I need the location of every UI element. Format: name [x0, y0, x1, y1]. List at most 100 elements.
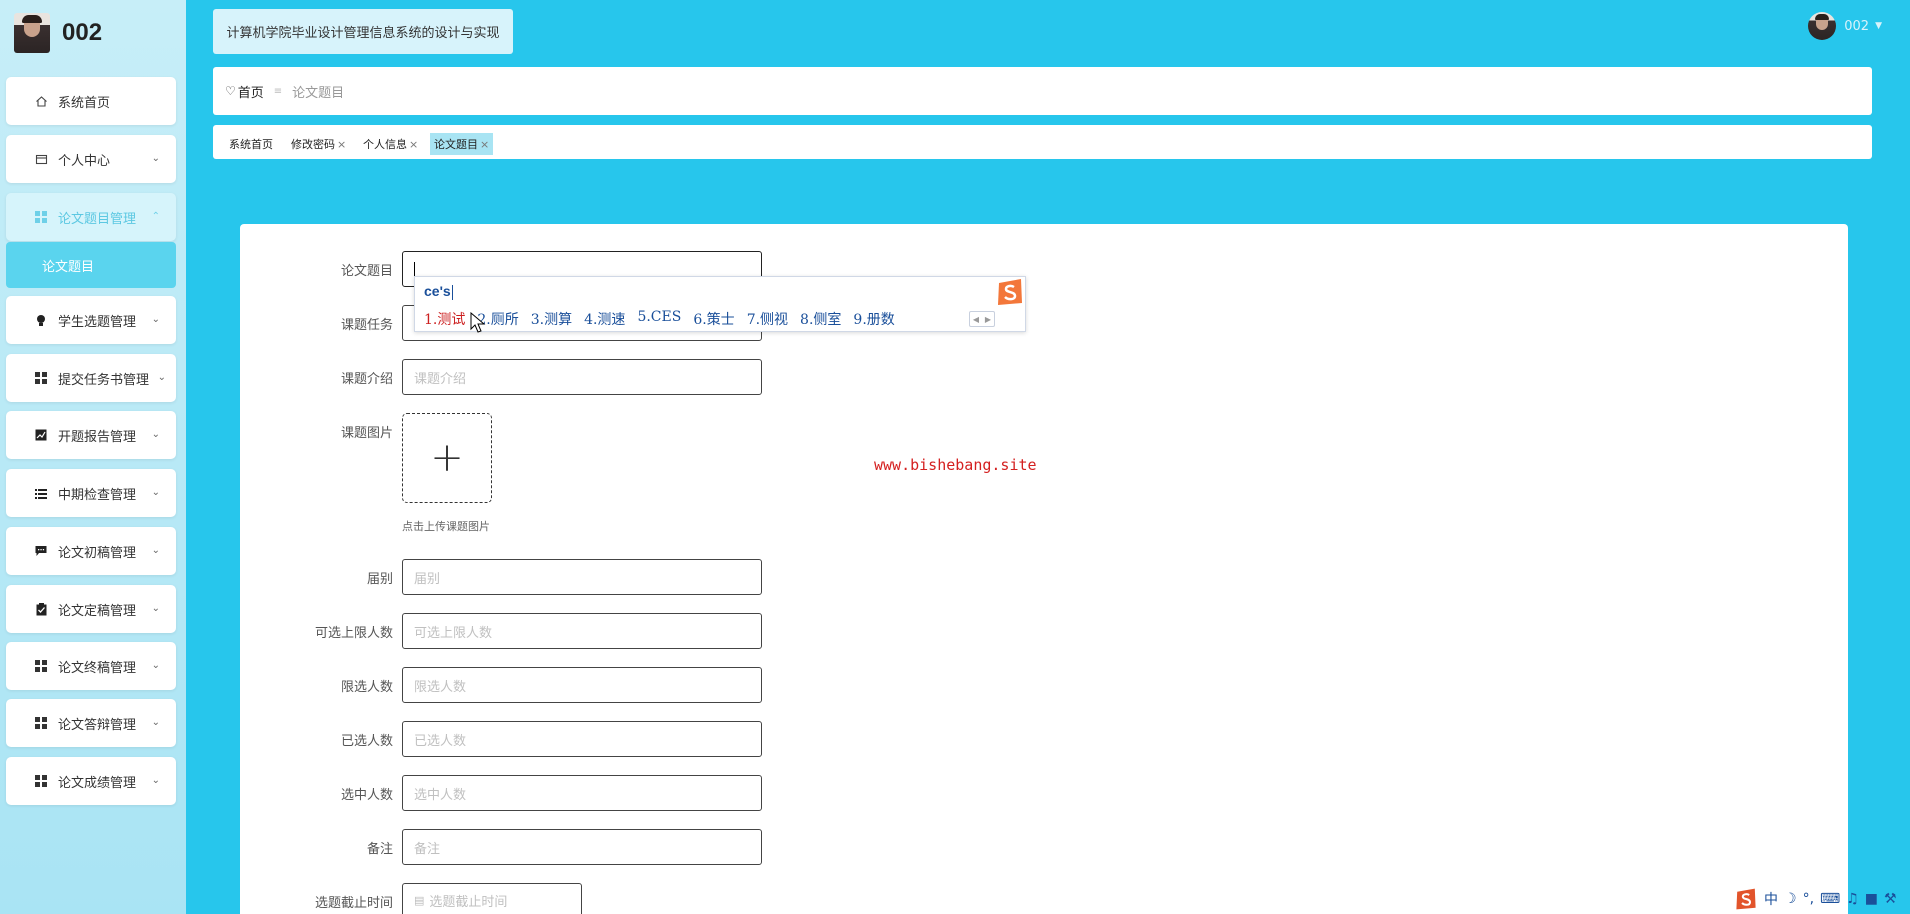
- sidebar-item-label: 学生选题管理: [58, 314, 137, 330]
- deadline-placeholder: 选题截止时间: [429, 894, 508, 910]
- chevron-down-icon: ⌄: [157, 372, 166, 383]
- sogou-tray-icon[interactable]: [1734, 887, 1758, 911]
- chevron-down-icon: ⌄: [151, 775, 160, 786]
- tab-home[interactable]: 系统首页: [225, 133, 277, 155]
- field-label-selected: 已选人数: [340, 734, 393, 749]
- prev-page-icon[interactable]: ◀: [973, 315, 979, 324]
- chevron-up-icon: ⌃: [151, 211, 160, 222]
- close-icon[interactable]: ×: [409, 138, 418, 151]
- ime-pager[interactable]: ◀ ▶: [969, 311, 995, 327]
- chart-icon: [34, 428, 48, 442]
- grid-icon: [34, 659, 48, 673]
- tab-label: 论文题目: [434, 138, 478, 151]
- keyboard-icon[interactable]: ⌨: [1820, 891, 1840, 907]
- chevron-down-icon: ⌄: [151, 314, 160, 325]
- calendar-icon: ▤: [414, 893, 425, 907]
- field-label-session: 届别: [366, 572, 393, 587]
- grid-icon: [34, 210, 48, 224]
- sidebar-item-defense-mgmt[interactable]: 论文答辩管理 ⌄: [6, 699, 176, 747]
- voice-icon[interactable]: ♫: [1846, 891, 1859, 907]
- grid-icon: [34, 774, 48, 788]
- remark-placeholder: 备注: [414, 841, 441, 857]
- sidebar-item-grade-mgmt[interactable]: 论文成绩管理 ⌄: [6, 757, 176, 805]
- tab-label: 系统首页: [229, 138, 273, 151]
- limit-placeholder: 限选人数: [414, 679, 467, 695]
- user-menu[interactable]: 002 ▼: [1808, 12, 1882, 40]
- card-icon: [34, 152, 48, 166]
- sidebar-item-proposal-mgmt[interactable]: 开题报告管理 ⌄: [6, 411, 176, 459]
- tab-change-password[interactable]: 修改密码 ×: [287, 133, 350, 155]
- image-upload[interactable]: +: [402, 413, 492, 503]
- next-page-icon[interactable]: ▶: [985, 315, 991, 324]
- tools-icon[interactable]: ⚒: [1884, 891, 1897, 907]
- watermark: www.bishebang.site: [874, 456, 1037, 474]
- sidebar-item-final-draft-mgmt[interactable]: 论文定稿管理 ⌄: [6, 585, 176, 633]
- ime-candidate[interactable]: 4.测速: [584, 309, 625, 329]
- ime-candidate[interactable]: 5.CES: [637, 309, 681, 329]
- intro-placeholder: 课题介绍: [414, 371, 467, 387]
- avatar: [14, 13, 50, 53]
- home-icon: [34, 94, 48, 108]
- heart-icon: ♡: [225, 84, 236, 98]
- limit-input[interactable]: 限选人数: [402, 667, 762, 703]
- deadline-datepicker[interactable]: ▤ 选题截止时间: [402, 883, 582, 914]
- tab-thesis-topic[interactable]: 论文题目 ×: [430, 133, 494, 155]
- sidebar-item-midterm-mgmt[interactable]: 中期检查管理 ⌄: [6, 469, 176, 517]
- ime-candidate-list: 1.测试 2.厕所 3.测算 4.测速 5.CES 6.策士 7.侧视 8.侧室…: [424, 309, 907, 329]
- max-selectable-input[interactable]: 可选上限人数: [402, 613, 762, 649]
- skin-icon[interactable]: ■: [1865, 891, 1878, 907]
- breadcrumb: ♡ 首页 ≡ 论文题目: [213, 67, 1872, 115]
- ime-candidate[interactable]: 9.册数: [853, 309, 894, 329]
- sidebar-subitem-thesis-topic[interactable]: 论文题目: [6, 242, 176, 288]
- chevron-down-icon: ⌄: [151, 487, 160, 498]
- ime-candidate[interactable]: 7.侧视: [747, 309, 788, 329]
- plus-icon: +: [430, 435, 464, 481]
- tabs-bar: 系统首页 修改密码 × 个人信息 × 论文题目 ×: [213, 125, 1872, 159]
- selected-input[interactable]: 已选人数: [402, 721, 762, 757]
- close-icon[interactable]: ×: [480, 138, 489, 151]
- system-tray: 中 ☽ °, ⌨ ♫ ■ ⚒: [1730, 884, 1910, 914]
- tab-personal-info[interactable]: 个人信息 ×: [359, 133, 422, 155]
- field-label-max-selectable: 可选上限人数: [314, 626, 393, 641]
- field-label-intro: 课题介绍: [340, 372, 393, 387]
- ime-candidate[interactable]: 1.测试: [424, 309, 465, 329]
- sidebar-item-student-topic-mgmt[interactable]: 学生选题管理 ⌄: [6, 296, 176, 344]
- sidebar-item-first-draft-mgmt[interactable]: 论文初稿管理 ⌄: [6, 527, 176, 575]
- session-placeholder: 届别: [414, 571, 441, 587]
- ime-candidate[interactable]: 8.侧室: [800, 309, 841, 329]
- field-label-chosen: 选中人数: [340, 788, 393, 803]
- mouse-pointer-icon: [470, 312, 486, 333]
- clipboard-icon: [34, 602, 48, 616]
- sidebar-item-label: 中期检查管理: [58, 487, 137, 503]
- sogou-logo-icon: [998, 279, 1022, 305]
- chosen-placeholder: 选中人数: [414, 787, 467, 803]
- punctuation-icon[interactable]: °,: [1803, 891, 1814, 907]
- field-label-image: 课题图片: [340, 426, 393, 441]
- sidebar-item-thesis-topic-mgmt[interactable]: 论文题目管理 ⌃: [6, 193, 176, 241]
- chevron-down-icon: ⌄: [151, 153, 160, 164]
- text-cursor: [414, 261, 415, 277]
- ime-composition: ce's: [424, 283, 453, 300]
- field-label-remark: 备注: [366, 842, 393, 857]
- tab-label: 修改密码: [291, 138, 335, 151]
- intro-input[interactable]: 课题介绍: [402, 359, 762, 395]
- close-icon[interactable]: ×: [337, 138, 346, 151]
- sidebar-item-label: 提交任务书管理: [58, 372, 150, 388]
- ime-candidate[interactable]: 3.测算: [531, 309, 572, 329]
- chosen-input[interactable]: 选中人数: [402, 775, 762, 811]
- sidebar-item-label: 系统首页: [58, 95, 111, 111]
- sidebar-item-home[interactable]: 系统首页: [6, 77, 176, 125]
- ime-candidate[interactable]: 6.策士: [693, 309, 734, 329]
- sidebar-item-task-book-mgmt[interactable]: 提交任务书管理 ⌄: [6, 354, 176, 402]
- moon-icon[interactable]: ☽: [1784, 891, 1797, 907]
- user-avatar: [1808, 12, 1837, 40]
- sidebar-item-profile[interactable]: 个人中心 ⌄: [6, 135, 176, 183]
- breadcrumb-home[interactable]: 首页: [238, 82, 264, 101]
- remark-input[interactable]: 备注: [402, 829, 762, 865]
- ime-lang-indicator[interactable]: 中: [1764, 889, 1778, 909]
- session-input[interactable]: 届别: [402, 559, 762, 595]
- list-icon: [34, 486, 48, 500]
- sidebar-item-final-version-mgmt[interactable]: 论文终稿管理 ⌄: [6, 642, 176, 690]
- sidebar-item-label: 论文终稿管理: [58, 660, 137, 676]
- tab-label: 个人信息: [363, 138, 407, 151]
